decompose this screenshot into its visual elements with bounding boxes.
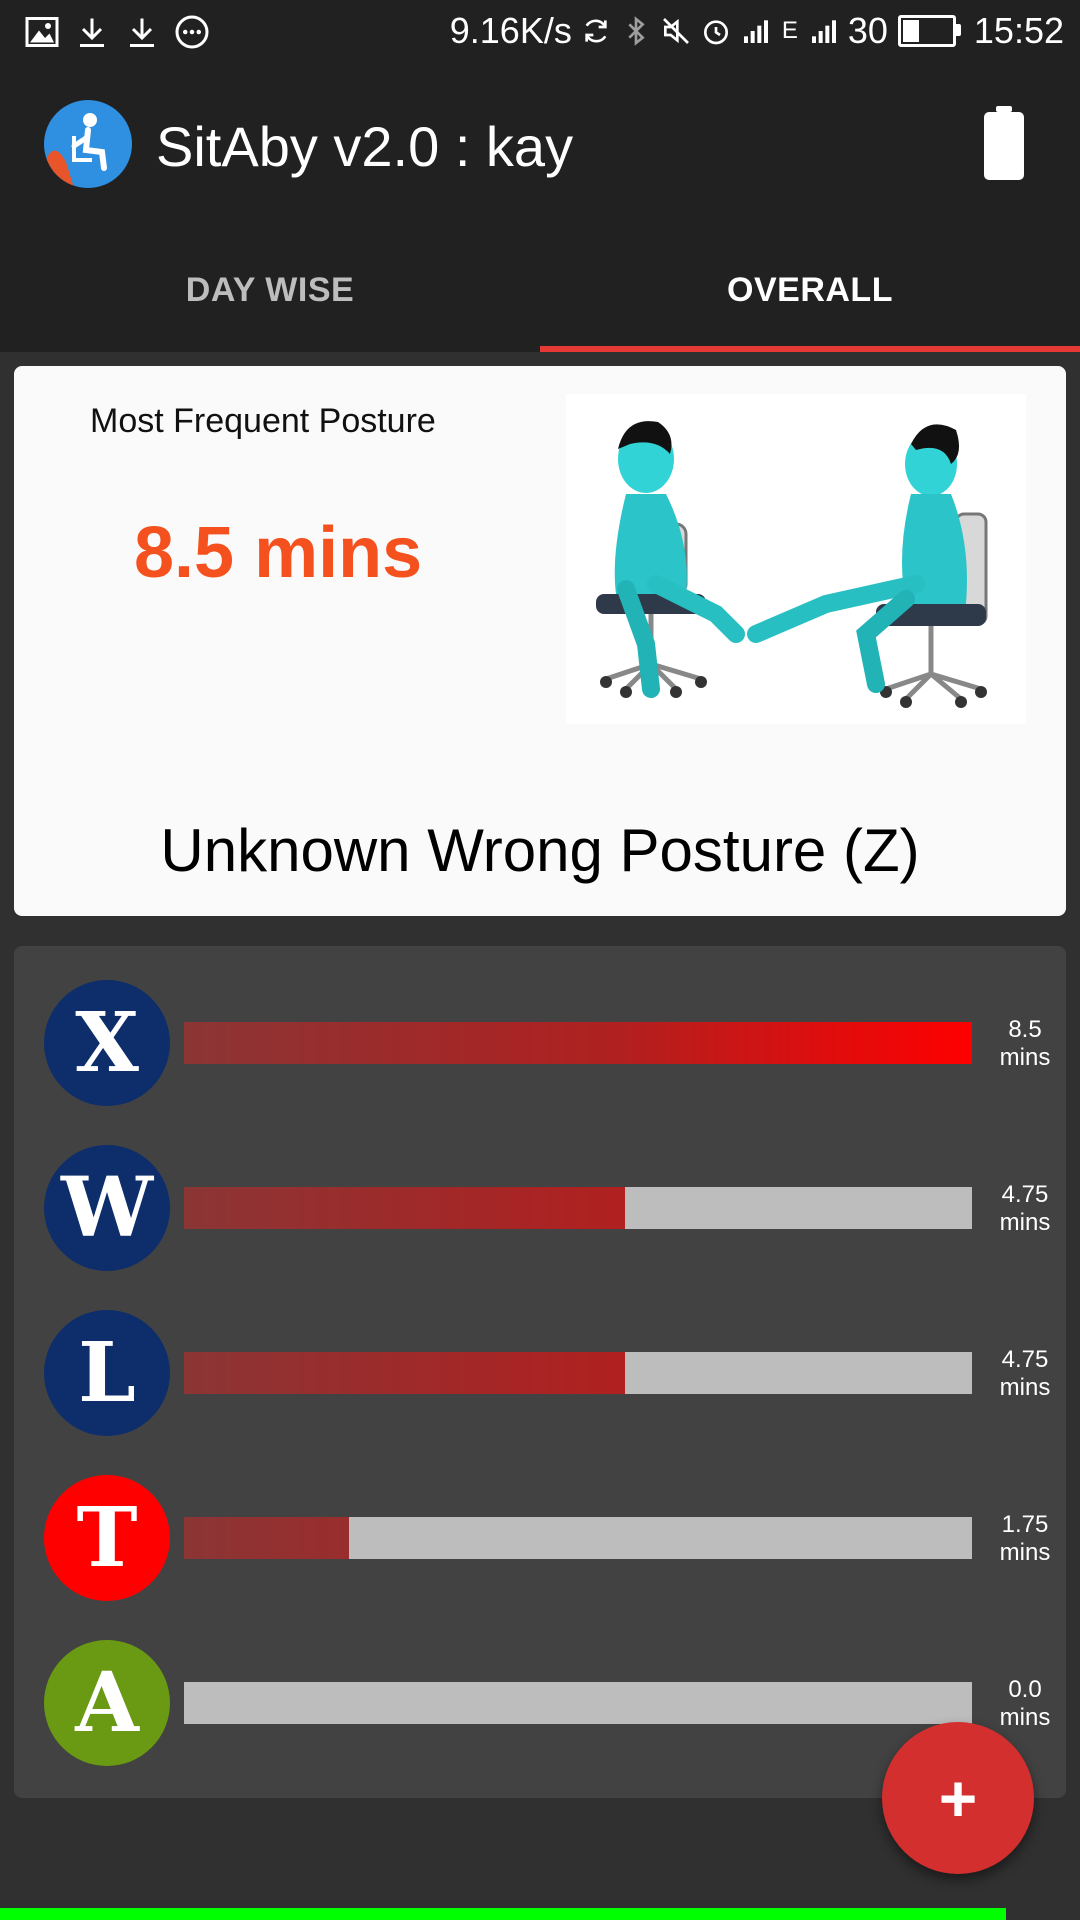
app-bar: SitAby v2.0 : kay [0, 66, 1080, 228]
posture-badge-t: T [44, 1475, 170, 1601]
battery-icon[interactable] [984, 106, 1024, 180]
tab-day-wise[interactable]: DAY WISE [0, 228, 540, 352]
most-frequent-posture-name: Unknown Wrong Posture (Z) [160, 817, 920, 884]
tab-overall[interactable]: OVERALL [540, 228, 1080, 352]
app-logo [44, 100, 132, 188]
posture-bar-track [184, 1517, 972, 1559]
more-notifications-icon [175, 15, 209, 49]
posture-duration-unit: mins [999, 1209, 1051, 1236]
sitting-person-icon [44, 113, 107, 188]
battery-percent: 30 [847, 10, 888, 51]
posture-duration-value: 8.5 [1008, 1016, 1042, 1043]
tab-indicator [540, 346, 1080, 352]
battery-icon [897, 15, 961, 47]
mute-icon [662, 18, 689, 44]
bluetooth-icon [628, 16, 645, 46]
tab-bar: DAY WISE OVERALL [0, 228, 1080, 352]
posture-duration-value: 4.75 [1001, 1346, 1049, 1373]
posture-duration-unit: mins [999, 1704, 1051, 1731]
download-icon [130, 18, 154, 47]
most-frequent-posture-card: Most Frequent Posture 8.5 mins Unknown W… [14, 366, 1066, 916]
posture-row-t: T 1.75 mins [14, 1475, 1066, 1605]
bottom-progress-line [0, 1908, 1006, 1920]
posture-bar-fill [184, 1517, 350, 1559]
posture-bar-track [184, 1187, 972, 1229]
status-bar: 9.16K/s E 30 15:52 [0, 0, 1080, 66]
posture-illustration [566, 394, 1026, 724]
network-type: E [781, 17, 798, 44]
posture-duration-unit: mins [999, 1044, 1051, 1071]
posture-duration-unit: mins [999, 1539, 1051, 1566]
posture-duration: 4.75 mins [980, 1181, 1070, 1237]
posture-bar-fill [184, 1187, 626, 1229]
posture-badge-w: W [44, 1145, 170, 1271]
system-icons: 9.16K/s E 30 15:52 [450, 10, 1064, 52]
posture-duration-value: 4.75 [1001, 1181, 1049, 1208]
signal-icon [743, 20, 768, 43]
posture-duration-value: 0.0 [1008, 1676, 1042, 1703]
posture-bar-fill [184, 1352, 626, 1394]
posture-bar-fill [184, 1022, 972, 1064]
add-button[interactable]: + [882, 1722, 1034, 1874]
most-frequent-posture-label: Most Frequent Posture [90, 402, 436, 440]
clock: 15:52 [973, 10, 1064, 51]
posture-duration-value: 1.75 [1001, 1511, 1049, 1538]
download-icon [80, 18, 104, 47]
plus-icon: + [938, 1761, 978, 1835]
posture-badge-l: L [44, 1310, 170, 1436]
signal-icon [811, 20, 836, 43]
most-frequent-posture-duration: 8.5 mins [134, 513, 423, 593]
app-title: SitAby v2.0 : kay [156, 115, 574, 178]
posture-duration: 8.5 mins [980, 1016, 1070, 1072]
alarm-icon [703, 20, 728, 45]
posture-duration: 4.75 mins [980, 1346, 1070, 1402]
posture-bar-track [184, 1022, 972, 1064]
posture-bar-track [184, 1682, 972, 1724]
gallery-icon [25, 17, 59, 47]
posture-duration: 1.75 mins [980, 1511, 1070, 1567]
posture-duration-unit: mins [999, 1374, 1051, 1401]
posture-row-x: X 8.5 mins [14, 980, 1066, 1110]
posture-badge-a: A [44, 1640, 170, 1766]
sync-icon [585, 19, 607, 43]
posture-duration: 0.0 mins [980, 1676, 1070, 1732]
posture-badge-x: X [44, 980, 170, 1106]
posture-illustration-image [596, 421, 988, 708]
network-speed: 9.16K/s [449, 10, 572, 51]
posture-row-l: L 4.75 mins [14, 1310, 1066, 1440]
notification-icons [24, 14, 210, 50]
posture-row-w: W 4.75 mins [14, 1145, 1066, 1275]
posture-breakdown-card: X 8.5 mins W 4.75 mins L 4.75 mins T 1.7… [14, 946, 1066, 1798]
posture-bar-track [184, 1352, 972, 1394]
